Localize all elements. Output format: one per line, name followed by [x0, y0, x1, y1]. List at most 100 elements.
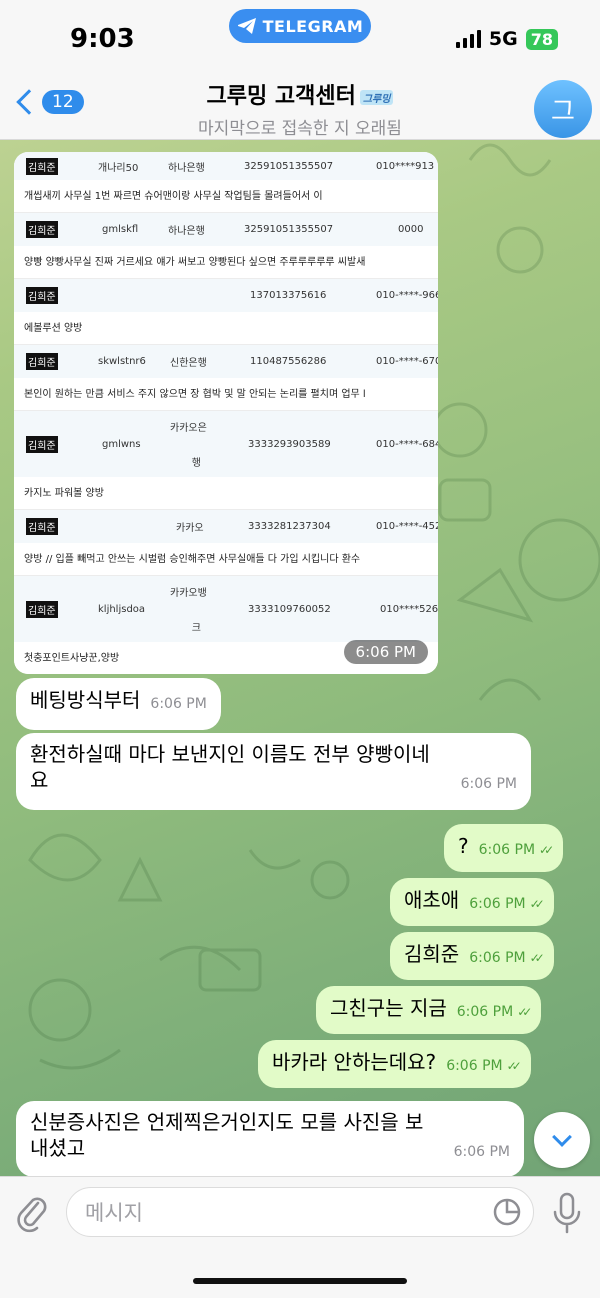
message-text-line-2: 요: [30, 768, 49, 792]
phone-cell: 010-****-670: [376, 356, 438, 367]
id-cell: skwlstnr6: [98, 356, 146, 367]
chat-title-area[interactable]: 그루밍 고객센터 그루밍 마지막으로 접속한 지 오래됨: [0, 78, 600, 139]
account-cell: 137013375616: [250, 290, 327, 301]
bank-line-1: 카카오은: [170, 423, 207, 434]
name-cell: 김희준: [26, 353, 58, 370]
read-check-icon: ✓✓: [517, 1004, 532, 1019]
note-row: 카지노 파워볼 양방: [14, 477, 438, 510]
table-row: 김희준 skwlstnr6 신한은행 110487556286 010-****…: [14, 345, 438, 378]
table-row: 김희준 137013375616 010-****-966: [14, 279, 438, 312]
home-indicator: [193, 1278, 407, 1284]
sticker-icon[interactable]: [492, 1197, 522, 1227]
message-time: 6:06 PM: [343, 640, 428, 664]
status-bar: 9:03 TELEGRAM 5G 78: [0, 0, 600, 70]
scroll-down-icon: [552, 1127, 572, 1147]
phone-cell: 010-****-966: [376, 290, 438, 301]
title-tag: 그루밍: [359, 89, 394, 105]
phone-cell: 010-****-684: [376, 438, 438, 450]
status-indicators: 5G 78: [455, 28, 558, 50]
read-check-icon: ✓✓: [529, 950, 545, 965]
bank-line-1: 카카오뱅: [170, 588, 207, 599]
message-time: 6:06 PM: [460, 775, 517, 792]
name-cell: 김희준: [26, 157, 58, 175]
phone-cell: 010-****-452: [376, 521, 438, 532]
name-cell: 김희준: [26, 600, 58, 618]
outgoing-message[interactable]: 김희준 6:06 PM ✓✓: [390, 932, 554, 980]
table-row: 김희준 카카오 3333281237304 010-****-452: [14, 510, 438, 543]
scroll-down-button[interactable]: [534, 1112, 590, 1168]
table-row: 김희준 kljhljsdoa 카카오뱅 크 3333109760052 010*…: [14, 576, 438, 642]
account-cell: 110487556286: [250, 356, 327, 367]
account-cell: 3333109760052: [248, 603, 331, 615]
message-text: 그친구는 지금: [330, 996, 447, 1020]
message-time: 6:06 PM ✓✓: [469, 895, 545, 912]
bank-line-2: 행: [191, 458, 201, 469]
note-row: 본인이 원하는 만큼 서비스 주지 않으면 장 협박 및 말 안되는 논리를 펼…: [14, 378, 438, 411]
app-pill-label: TELEGRAM: [262, 16, 364, 36]
message-text: ?: [458, 834, 469, 858]
app-pill[interactable]: TELEGRAM: [229, 9, 371, 43]
message-time: 6:06 PM ✓✓: [478, 841, 555, 858]
bank-cell: 하나은행: [168, 226, 205, 237]
bank-line-2: 크: [191, 623, 201, 634]
name-cell: 김희준: [26, 287, 58, 304]
bank-cell: 카카오은 행: [170, 411, 207, 477]
message-text-line-2: 내셨고: [30, 1136, 86, 1160]
name-cell: 김희준: [26, 435, 58, 453]
table-row: 김희준 gmlskfl 하나은행 32591051355507 0000: [14, 213, 438, 246]
mic-icon[interactable]: [550, 1191, 584, 1235]
bank-cell: 카카오뱅 크: [170, 576, 207, 642]
incoming-message[interactable]: 베팅방식부터 6:06 PM: [16, 678, 221, 730]
phone-cell: 010****526: [380, 603, 438, 615]
id-cell: 개나리50: [98, 162, 139, 174]
outgoing-message[interactable]: 그친구는 지금 6:06 PM ✓✓: [316, 986, 542, 1034]
message-text-line-1: 신분증사진은 언제찍은거인지도 모를 사진을 보: [30, 1110, 424, 1134]
message-time: 6:06 PM: [150, 695, 207, 712]
outgoing-message[interactable]: 애초애 6:06 PM ✓✓: [390, 878, 554, 926]
signal-icon: [455, 30, 481, 48]
read-check-icon: ✓✓: [506, 1058, 522, 1073]
read-check-icon: ✓✓: [529, 896, 545, 911]
table-screenshot: 김희준 개나리50 하나은행 32591051355507 010****913…: [14, 152, 438, 674]
clock: 9:03: [70, 24, 135, 54]
account-cell: 32591051355507: [244, 160, 334, 172]
image-message[interactable]: 김희준 개나리50 하나은행 32591051355507 010****913…: [14, 152, 438, 674]
incoming-message[interactable]: 환전하실때 마다 보낸지인 이름도 전부 양빵이네 요 6:06 PM: [16, 733, 531, 810]
name-cell: 김희준: [26, 518, 58, 535]
account-cell: 3333293903589: [248, 438, 331, 450]
bank-cell: 하나은행: [168, 162, 205, 174]
phone-cell: 010****913: [376, 160, 435, 172]
bank-cell: 카카오: [176, 523, 204, 534]
chat-title: 그루밍 고객센터: [206, 84, 356, 109]
message-time: 6:06 PM ✓✓: [446, 1057, 522, 1074]
account-cell: 32591051355507: [244, 224, 334, 235]
note-row: 양방 // 입플 빼먹고 안쓰는 시벌럼 승인해주면 사무실애들 다 가입 시킵…: [14, 543, 438, 576]
message-text: 애초애: [404, 888, 460, 912]
read-check-icon: ✓✓: [539, 842, 554, 857]
network-type: 5G: [488, 28, 518, 50]
name-cell: 김희준: [26, 221, 58, 238]
note-row: 양빵 양빵사무실 진짜 거르세요 얘가 써보고 양빵된다 싶으면 주루루루루루 …: [14, 246, 438, 279]
last-seen-status: 마지막으로 접속한 지 오래됨: [198, 119, 402, 139]
message-text: 베팅방식부터: [30, 688, 141, 712]
message-input[interactable]: 메시지: [66, 1187, 534, 1237]
note-row: 에볼루션 양방: [14, 312, 438, 345]
telegram-icon: [237, 18, 256, 34]
chat-header: 12 그루밍 고객센터 그루밍 마지막으로 접속한 지 오래됨 그: [0, 70, 600, 140]
id-cell: gmlskfl: [102, 224, 139, 235]
attach-icon[interactable]: [16, 1193, 48, 1233]
avatar[interactable]: 그: [534, 80, 592, 138]
message-time: 6:06 PM ✓✓: [456, 1003, 533, 1020]
message-time: 6:06 PM ✓✓: [469, 949, 545, 966]
outgoing-message[interactable]: 바카라 안하는데요? 6:06 PM ✓✓: [258, 1040, 531, 1088]
account-cell: 3333281237304: [248, 521, 331, 532]
bank-cell: 신한은행: [170, 358, 207, 369]
phone-cell: 0000: [398, 224, 424, 235]
battery-indicator: 78: [525, 28, 558, 50]
message-time: 6:06 PM: [453, 1143, 510, 1160]
outgoing-message[interactable]: ? 6:06 PM ✓✓: [444, 824, 564, 872]
id-cell: gmlwns: [102, 438, 141, 450]
message-text: 바카라 안하는데요?: [272, 1050, 437, 1074]
table-row: 김희준 개나리50 하나은행 32591051355507 010****913: [14, 152, 438, 180]
incoming-message[interactable]: 신분증사진은 언제찍은거인지도 모를 사진을 보 내셨고 6:06 PM: [16, 1101, 524, 1177]
